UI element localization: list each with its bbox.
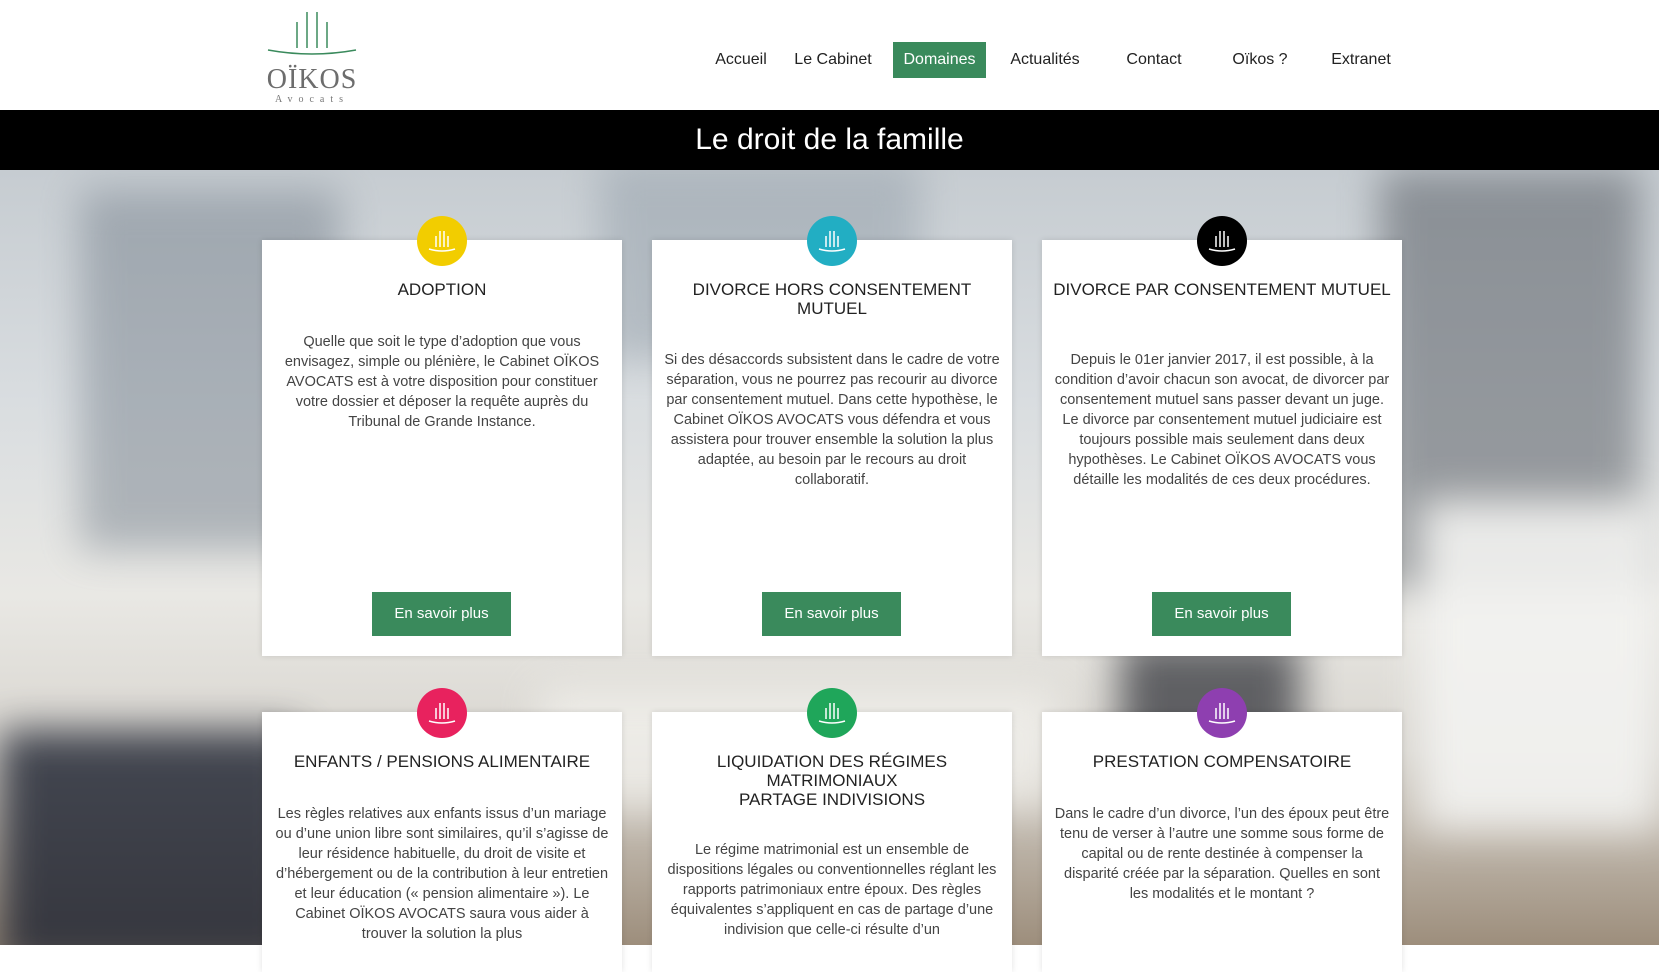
nav-extranet[interactable]: Extranet (1326, 42, 1396, 78)
en-savoir-plus-button[interactable]: En savoir plus (1152, 592, 1291, 636)
columns-icon (818, 231, 846, 252)
card-badge (807, 216, 857, 266)
card-badge (417, 688, 467, 738)
card-title: ADOPTION (397, 280, 487, 299)
card-description: Quelle que soit le type d’adoption que v… (284, 334, 600, 430)
nav-domaines[interactable]: Domaines (893, 42, 986, 78)
en-savoir-plus-button[interactable]: En savoir plus (372, 592, 511, 636)
main-navigation: Accueil Le Cabinet Domaines Actualités C… (0, 42, 1659, 78)
card-badge (807, 688, 857, 738)
columns-icon (818, 703, 846, 724)
en-savoir-plus-button[interactable]: En savoir plus (762, 592, 901, 636)
card-adoption: ADOPTION Quelle que soit le type d’adopt… (262, 216, 622, 656)
site-header: OÏKOS Avocats Accueil Le Cabinet Domaine… (0, 0, 1659, 110)
card-liquidation-regimes: LIQUIDATION DES RÉGIMES MATRIMONIAUX PAR… (652, 688, 1012, 972)
card-title: ENFANTS / PENSIONS ALIMENTAIRE (293, 752, 591, 771)
card-badge (1197, 216, 1247, 266)
nav-le-cabinet[interactable]: Le Cabinet (790, 42, 876, 78)
card-divorce-consentement-mutuel: DIVORCE PAR CONSENTEMENT MUTUEL Depuis l… (1042, 216, 1402, 656)
card-description: Si des désaccords subsistent dans le cad… (664, 352, 1000, 488)
nav-accueil[interactable]: Accueil (708, 42, 774, 78)
page-title-band: Le droit de la famille (0, 110, 1659, 170)
card-badge (1197, 688, 1247, 738)
card-title: PRESTATION COMPENSATOIRE (1092, 752, 1352, 771)
card-prestation-compensatoire: PRESTATION COMPENSATOIRE Dans le cadre d… (1042, 688, 1402, 972)
card-badge (417, 216, 467, 266)
card-title: DIVORCE PAR CONSENTEMENT MUTUEL (1053, 280, 1391, 299)
logo-tagline: Avocats (274, 94, 350, 105)
card-description: Dans le cadre d’un divorce, l’un des épo… (1054, 806, 1390, 902)
card-title: DIVORCE HORS CONSENTEMENT MUTUEL (692, 280, 972, 318)
columns-icon (428, 703, 456, 724)
card-subtitle: PARTAGE INDIVISIONS (738, 790, 926, 809)
nav-oikos[interactable]: Oïkos ? (1228, 42, 1292, 78)
card-divorce-hors-consentement: DIVORCE HORS CONSENTEMENT MUTUEL Si des … (652, 216, 1012, 656)
columns-icon (1208, 231, 1236, 252)
card-description: Le régime matrimonial est un ensemble de… (667, 842, 997, 938)
nav-contact[interactable]: Contact (1119, 42, 1189, 78)
page-title: Le droit de la famille (695, 123, 964, 156)
columns-icon (1208, 703, 1236, 724)
card-enfants-pensions: ENFANTS / PENSIONS ALIMENTAIRE Les règle… (262, 688, 622, 972)
card-description: Les règles relatives aux enfants issus d… (275, 806, 609, 942)
nav-actualites[interactable]: Actualités (1003, 42, 1087, 78)
card-title: LIQUIDATION DES RÉGIMES MATRIMONIAUX (716, 752, 948, 790)
columns-icon (428, 231, 456, 252)
card-description: Depuis le 01er janvier 2017, il est poss… (1054, 352, 1390, 488)
